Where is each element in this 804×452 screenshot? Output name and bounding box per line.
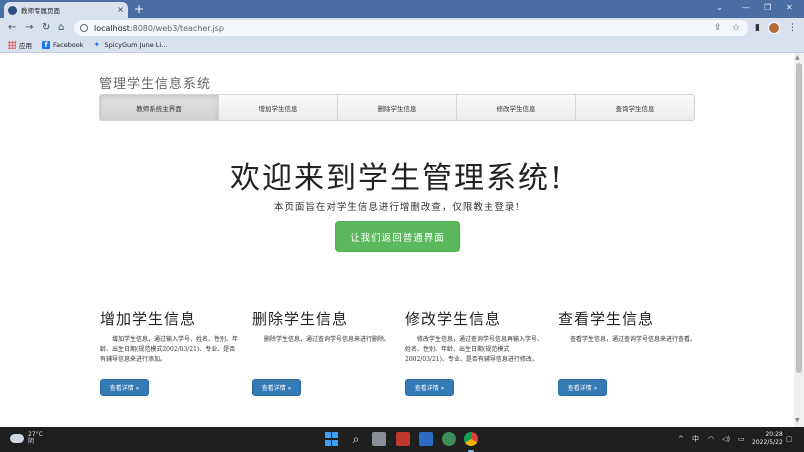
page-scrollbar[interactable]: ▲ ▼: [794, 53, 804, 427]
main-navbar: 教师系统主界面 增加学生信息 删除学生信息 修改学生信息 查询学生信息: [99, 94, 695, 121]
feature-desc: 删除学生信息，通过查询学号信息来进行删除。: [264, 336, 391, 343]
site-info-icon[interactable]: [80, 24, 88, 32]
feature-desc: 修改学生信息，通过查询学号信息再输入学号、姓名、性别、年龄、出生日期(规范模式2…: [405, 336, 544, 363]
bookmark-star-icon[interactable]: ☆: [732, 20, 740, 36]
welcome-subtitle: 本页面旨在对学生信息进行增删改查，仅限教主登录!: [273, 202, 521, 213]
feature-edit: 修改学生信息 修改学生信息，通过查询学号信息再输入学号、姓名、性别、年龄、出生日…: [405, 308, 545, 396]
bookmark-label: 应用: [19, 42, 32, 50]
forward-arrow-icon[interactable]: →: [25, 21, 33, 35]
weather-text: 27°C 阴: [28, 431, 43, 445]
globe-icon: [8, 5, 17, 15]
url-text: localhost:8080/web3/teacher.jsp: [94, 23, 224, 33]
scroll-up-icon[interactable]: ▲: [795, 54, 800, 61]
battery-icon[interactable]: ▭: [738, 433, 745, 445]
apps-grid-icon: [8, 41, 16, 49]
back-arrow-icon[interactable]: ←: [8, 21, 16, 35]
feature-title: 查看学生信息: [558, 310, 655, 328]
nav-add-student[interactable]: 增加学生信息: [219, 95, 338, 120]
minimize-icon[interactable]: —: [742, 1, 750, 15]
chevron-down-icon[interactable]: ⌄: [716, 1, 723, 15]
facebook-icon: f: [42, 41, 50, 49]
browser-toolbar: ← → ↻ ⌂ localhost:8080/web3/teacher.jsp …: [0, 18, 804, 38]
search-icon[interactable]: ⌕: [349, 432, 363, 446]
feature-title: 修改学生信息: [405, 310, 502, 328]
word-icon[interactable]: [419, 432, 433, 446]
chrome-icon[interactable]: [464, 432, 478, 446]
feature-add: 增加学生信息 增加学生信息，通过输入学号、姓名、性别、年龄、出生日期(规范模式2…: [100, 308, 240, 396]
app-red-icon[interactable]: [396, 432, 410, 446]
feature-desc: 增加学生信息，通过输入学号、姓名、性别、年龄、出生日期(规范模式2002/03/…: [100, 336, 239, 363]
spicygum-icon: ✦: [93, 40, 101, 49]
feature-title: 增加学生信息: [100, 310, 197, 328]
new-tab-button[interactable]: +: [134, 2, 144, 16]
browser-tab[interactable]: 教师专属页面 ×: [4, 2, 128, 18]
feature-view: 查看学生信息 查看学生信息，通过查询学号信息来进行查看。 查看详情 »: [558, 308, 698, 396]
tray-expand-icon[interactable]: ^: [678, 433, 684, 445]
system-clock[interactable]: 20:28 2022/5/22: [752, 431, 783, 447]
reload-icon[interactable]: ↻: [42, 21, 50, 35]
bookmark-spicygum[interactable]: ✦ SpicyGum June Li...: [93, 40, 168, 50]
feature-delete: 删除学生信息 删除学生信息，通过查询学号信息来进行删除。 查看详情 »: [252, 308, 392, 396]
restore-icon[interactable]: ❐: [764, 1, 771, 15]
feature-title: 删除学生信息: [252, 310, 349, 328]
edit-details-button[interactable]: 查看详情 »: [405, 379, 454, 396]
weather-widget[interactable]: 27°C 阴: [10, 431, 43, 445]
bookmark-apps[interactable]: 应用: [8, 40, 32, 50]
bookmark-label: Facebook: [53, 41, 84, 49]
bookmarks-bar: 应用 f Facebook ✦ SpicyGum June Li...: [0, 38, 804, 53]
scroll-thumb[interactable]: [796, 63, 802, 373]
task-view-icon[interactable]: [372, 432, 386, 446]
view-details-button[interactable]: 查看详情 »: [558, 379, 607, 396]
bookmark-facebook[interactable]: f Facebook: [42, 41, 84, 49]
add-details-button[interactable]: 查看详情 »: [100, 379, 149, 396]
nav-edit-student[interactable]: 修改学生信息: [457, 95, 576, 120]
windows-start-icon[interactable]: [325, 432, 339, 446]
window-close-icon[interactable]: ✕: [786, 1, 793, 15]
scroll-down-icon[interactable]: ▼: [795, 417, 800, 424]
app-green-icon[interactable]: [442, 432, 456, 446]
more-menu-icon[interactable]: ⋮: [788, 21, 797, 35]
nav-delete-student[interactable]: 删除学生信息: [338, 95, 457, 120]
delete-details-button[interactable]: 查看详情 »: [252, 379, 301, 396]
share-icon[interactable]: ⇪: [714, 20, 722, 36]
nav-teacher-home[interactable]: 教师系统主界面: [100, 95, 219, 120]
browser-tab-strip: 教师专属页面 × + ⌄ — ❐ ✕: [0, 0, 804, 18]
tab-title: 教师专属页面: [21, 7, 60, 15]
os-taskbar: 27°C 阴 ⌕ ^ 中 ◠ ◁) ▭ 20:28 2022/5/22 ▢: [0, 427, 804, 452]
wifi-icon[interactable]: ◠: [708, 433, 714, 445]
temperature: 27°C: [28, 431, 43, 438]
cloud-icon: [10, 433, 24, 443]
nav-query-student[interactable]: 查询学生信息: [576, 95, 694, 120]
clock-time: 20:28: [765, 431, 783, 438]
notification-icon[interactable]: ▢: [786, 433, 793, 445]
home-icon[interactable]: ⌂: [58, 21, 64, 35]
site-brand[interactable]: 管理学生信息系统: [99, 73, 211, 92]
feature-desc: 查看学生信息，通过查询学号信息来进行查看。: [570, 336, 697, 343]
tab-close-icon[interactable]: ×: [117, 6, 124, 14]
welcome-title: 欢迎来到学生管理系统!: [229, 161, 565, 196]
ime-indicator[interactable]: 中: [692, 433, 699, 445]
address-bar[interactable]: localhost:8080/web3/teacher.jsp ⇪ ☆: [74, 20, 748, 36]
bookmark-label: SpicyGum June Li...: [104, 41, 168, 49]
weather-condition: 阴: [28, 438, 35, 445]
return-normal-button[interactable]: 让我们返回普通界面: [335, 221, 460, 252]
page-content: 管理学生信息系统 教师系统主界面 增加学生信息 删除学生信息 修改学生信息 查询…: [0, 53, 794, 427]
profile-avatar[interactable]: [768, 22, 780, 34]
clock-date: 2022/5/22: [752, 439, 783, 446]
volume-icon[interactable]: ◁): [722, 433, 730, 445]
sidebar-icon[interactable]: ▮: [755, 21, 760, 35]
